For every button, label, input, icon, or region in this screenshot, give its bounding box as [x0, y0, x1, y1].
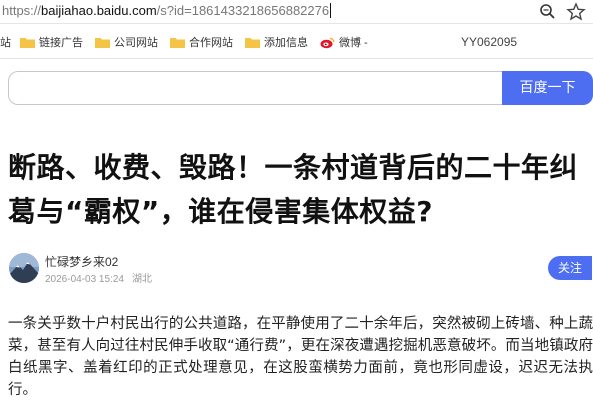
bookmark-label: 链接广告 — [39, 37, 83, 49]
text-caret — [330, 3, 332, 18]
folder-icon — [245, 37, 260, 48]
url-domain: baijiahao.baidu.com — [41, 3, 157, 18]
bookmark-label: 公司网站 — [114, 37, 158, 49]
bookmark-item[interactable]: 链接广告 — [20, 33, 83, 51]
bookmark-label: 微博 - — [339, 37, 368, 49]
address-bar[interactable]: https://baijiahao.baidu.com/s?id=1861433… — [0, 0, 593, 24]
author-avatar[interactable] — [9, 253, 39, 283]
bookmark-item[interactable]: 微博 - — [320, 33, 368, 51]
magnifier-icon[interactable] — [538, 2, 558, 22]
weibo-icon — [320, 36, 335, 49]
bookmark-item[interactable]: 添加信息 — [245, 33, 308, 51]
toolbar-divider — [0, 58, 593, 59]
folder-icon — [20, 37, 35, 48]
bookmarks-bar: 站 链接广告 公司网站 合作网站 添加信息 微博 - YY062095 — [0, 30, 593, 54]
article-body: 一条关乎数十户村民出行的公共道路，在平静使用了二十余年后，突然被砌上砖墙、种上蔬… — [8, 316, 593, 398]
extension-text: YY062095 — [461, 35, 518, 49]
publish-location: 湖北 — [131, 274, 152, 285]
url-prefix: https:// — [2, 3, 42, 18]
bookmark-item[interactable]: 合作网站 — [170, 33, 233, 51]
bookmark-label: 站 — [0, 37, 11, 49]
bookmark-label: 合作网站 — [189, 37, 233, 49]
bookmark-item[interactable]: 公司网站 — [95, 33, 158, 51]
bookmark-item[interactable]: 站 — [0, 33, 11, 51]
folder-icon — [95, 37, 110, 48]
follow-button[interactable]: 关注 — [548, 256, 592, 280]
star-icon[interactable] — [566, 2, 586, 22]
article-title: 断路、收费、毁路！一条村道背后的二十年纠葛与“霸权”，谁在侵害集体权益? — [8, 151, 579, 228]
folder-icon — [170, 37, 185, 48]
url-text[interactable]: https://baijiahao.baidu.com/s?id=1861433… — [2, 2, 332, 20]
author-meta: 2026-04-03 15:24 湖北 — [45, 270, 152, 285]
search-button[interactable]: 百度一下 — [502, 71, 593, 105]
publish-time: 2026-04-03 15:24 — [45, 274, 124, 285]
url-path: /s?id=1861433218656882276 — [156, 3, 330, 18]
author-name[interactable]: 忙碌梦乡来02 — [45, 253, 118, 270]
bookmark-label: 添加信息 — [264, 37, 308, 49]
search-input[interactable] — [8, 71, 502, 105]
